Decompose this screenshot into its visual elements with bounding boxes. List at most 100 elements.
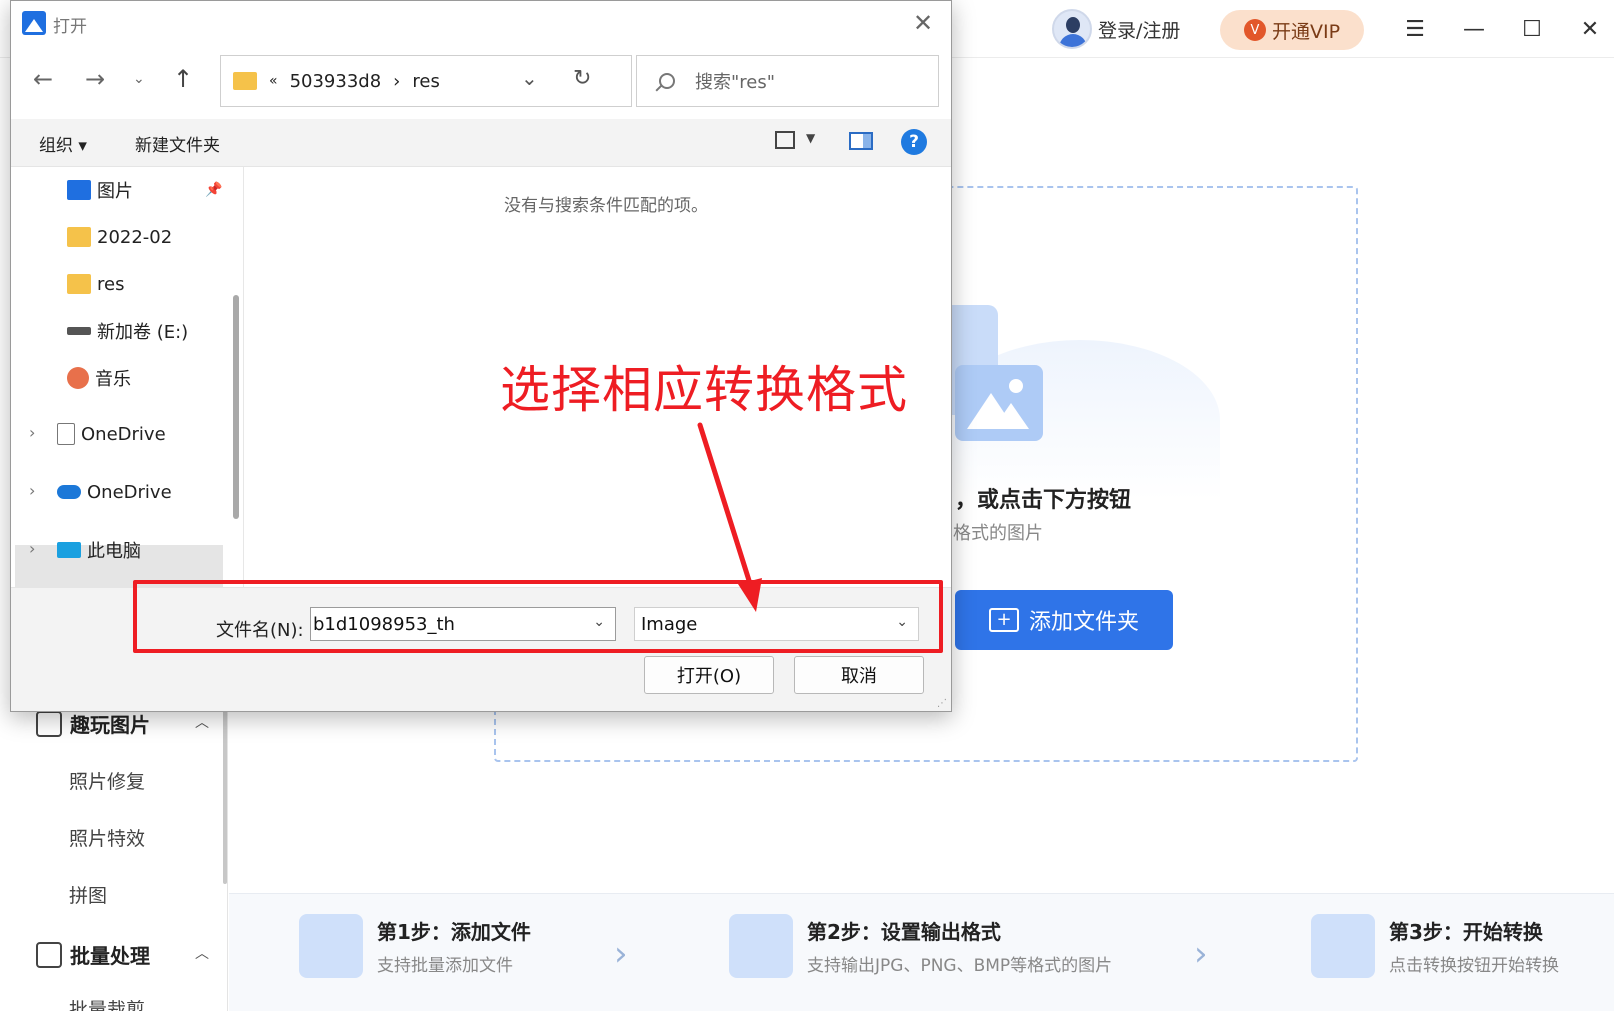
address-overflow[interactable]: « [269,73,278,89]
batch-check-icon [36,941,62,968]
nav-item-label: OneDrive [87,481,172,503]
cloud-icon [57,485,81,499]
chevron-right-icon[interactable]: › [29,423,35,442]
sidebar-group-label: 批量处理 [70,944,150,968]
chevron-up-icon[interactable]: ︿ [195,943,209,963]
address-separator: › [393,70,401,92]
view-icon[interactable] [775,131,795,149]
menu-icon[interactable]: ☰ [1398,12,1432,46]
preview-pane-icon[interactable] [849,132,873,150]
step-desc: 支持批量添加文件 [377,956,513,976]
login-area[interactable]: 登录/注册 [1052,8,1180,50]
app-window: 登录/注册 V 开通VIP ☰ — ☐ ✕ 趣玩图片 ︿ 照片修复 照片特效 拼… [0,0,1614,1011]
sidebar-item-photo-repair[interactable]: 照片修复 [69,767,145,794]
step-desc: 点击转换按钮开始转换 [1389,956,1559,976]
nav-item-label: 音乐 [95,369,131,390]
command-bar: 组织 ▾ 新建文件夹 ▼ ? [11,119,951,167]
step-3: 第3步：开始转换 点击转换按钮开始转换 [1311,914,1559,978]
nav-item-label: 2022-02 [97,226,173,248]
add-folder-icon: + [988,608,1019,632]
image-illustration-icon [955,365,1043,441]
chevron-right-icon: › [614,934,628,974]
folder-icon [67,227,91,247]
avatar[interactable] [1052,9,1092,49]
drop-zone-heading: ，或点击下方按钮 [955,488,1132,513]
dialog-close-button[interactable]: ✕ [913,9,933,37]
nav-item-label: res [97,273,125,295]
recent-chevron-down-icon[interactable]: ⌄ [133,71,145,87]
chevron-right-icon[interactable]: › [29,539,35,558]
music-icon [67,367,89,389]
nav-item-drive-e[interactable]: 新加卷 (E:) [67,308,243,354]
steps-bar: 第1步：添加文件 支持批量添加文件 › 第2步：设置输出格式 支持输出JPG、P… [229,893,1614,1011]
document-icon [57,423,75,445]
nav-item-this-pc[interactable]: 此电脑 [57,527,243,573]
chevron-right-icon[interactable]: › [29,481,35,500]
help-icon[interactable]: ? [901,129,927,155]
nav-item-music[interactable]: 音乐 [67,355,243,401]
up-arrow-icon[interactable]: ↑ [173,65,193,93]
dialog-titlebar: 打开 ✕ [11,1,951,45]
sidebar-group-batch[interactable]: 批量处理 [36,940,150,969]
sidebar-item-collage[interactable]: 拼图 [69,881,107,908]
close-button[interactable]: ✕ [1573,12,1607,46]
minimize-button[interactable]: — [1457,12,1491,46]
computer-icon [57,542,81,558]
nav-pane-scrollbar[interactable] [233,295,239,519]
folder-icon [67,274,91,294]
nav-item-res[interactable]: res [67,261,243,307]
new-folder-button[interactable]: 新建文件夹 [135,131,220,156]
maximize-button[interactable]: ☐ [1515,12,1549,46]
drive-icon [67,327,91,335]
pictures-icon [67,180,91,200]
sparkle-image-icon [36,710,62,737]
sidebar-group-fun-images[interactable]: 趣玩图片 [36,709,150,738]
address-bar[interactable]: « 503933d8 › res ⌄ ↻ [220,55,632,107]
step-1: 第1步：添加文件 支持批量添加文件 [299,914,531,978]
nav-item-2022-02[interactable]: 2022-02 [67,214,243,260]
address-dropdown-icon[interactable]: ⌄ [521,66,538,90]
organize-menu[interactable]: 组织 ▾ [39,131,87,156]
back-arrow-icon[interactable]: ← [33,65,53,93]
resize-grip-icon[interactable]: ⋰ [937,698,947,709]
navigation-pane: 图片 📌 2022-02 res 新加卷 (E:) 音乐 › OneDrive … [11,167,243,587]
vip-badge-icon: V [1243,19,1266,41]
annotation-highlight-box [133,580,943,653]
search-icon [659,73,675,89]
address-segment[interactable]: res [412,71,439,92]
nav-item-label: 此电脑 [87,541,141,562]
dialog-title: 打开 [53,17,87,37]
step-title: 第2步：设置输出格式 [807,920,1001,944]
sidebar-item-photo-effects[interactable]: 照片特效 [69,824,145,851]
sidebar-item-batch-crop[interactable]: 批量裁剪 [69,995,145,1011]
forward-arrow-icon[interactable]: → [85,65,105,93]
cancel-button[interactable]: 取消 [794,656,924,694]
add-folder-label: 添加文件夹 [1028,610,1139,635]
nav-item-label: 新加卷 (E:) [97,322,189,343]
nav-item-label: OneDrive [81,423,166,445]
drop-zone-subheading: 格式的图片 [953,523,1043,544]
pin-icon[interactable]: 📌 [205,182,222,198]
step-title: 第3步：开始转换 [1389,920,1543,944]
step-desc: 支持输出JPG、PNG、BMP等格式的图片 [807,956,1113,976]
convert-doc-icon [1311,914,1375,978]
folder-icon [233,72,257,90]
nav-item-onedrive-personal[interactable]: OneDrive [57,411,243,457]
step-2: 第2步：设置输出格式 支持输出JPG、PNG、BMP等格式的图片 [729,914,1112,978]
view-dropdown-icon[interactable]: ▼ [806,131,815,145]
search-placeholder: 搜索"res" [695,72,776,93]
address-segment[interactable]: 503933d8 [290,71,382,92]
refresh-icon[interactable]: ↻ [573,66,591,91]
vip-label: 开通VIP [1271,20,1341,43]
open-button[interactable]: 打开(O) [644,656,774,694]
chevron-right-icon: › [1194,934,1208,974]
vip-button[interactable]: V 开通VIP [1220,10,1364,50]
search-input[interactable]: 搜索"res" [636,55,939,107]
app-logo-icon [22,11,46,35]
gear-image-icon [729,914,793,978]
sidebar-group-label: 趣玩图片 [70,713,150,737]
chevron-up-icon[interactable]: ︿ [195,712,209,732]
add-folder-button[interactable]: + 添加文件夹 [955,590,1173,650]
nav-item-onedrive[interactable]: OneDrive [57,469,243,515]
login-link[interactable]: 登录/注册 [1098,16,1180,43]
